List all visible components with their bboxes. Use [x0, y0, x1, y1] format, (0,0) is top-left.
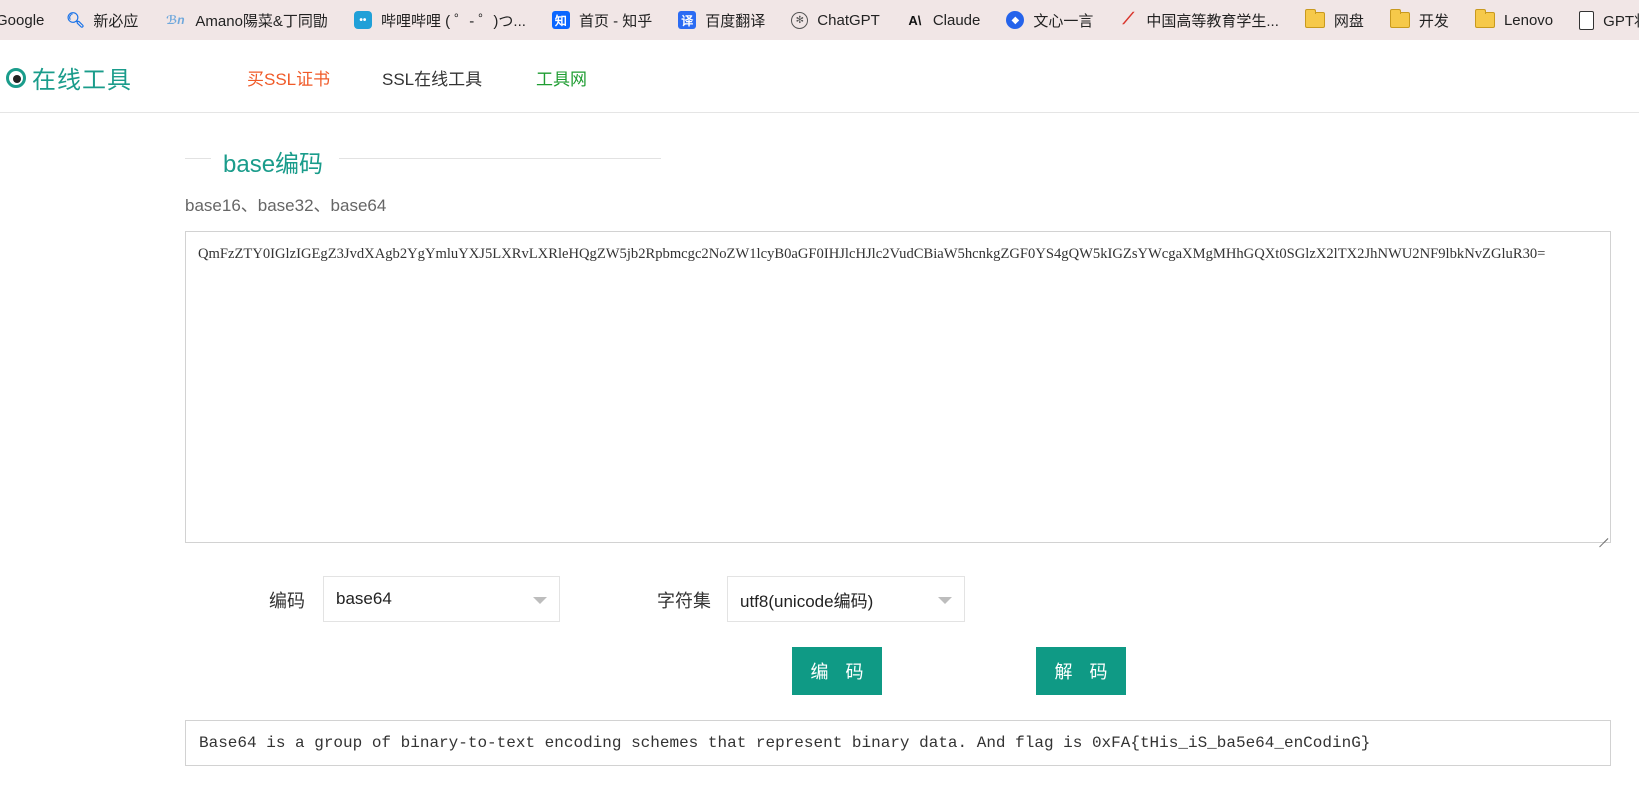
bookmark-chatgpt[interactable]: ✻ ChatGPT [791, 0, 880, 40]
input-textarea[interactable]: QmFzZTY0IGlzIGEgZ3JvdXAgb2YgYmluYXJ5LXRv… [185, 231, 1611, 543]
resize-handle-icon[interactable] [1598, 530, 1608, 540]
divider [339, 158, 661, 159]
amano-icon: ℬn [166, 13, 185, 27]
bookmark-label: 文心一言 [1033, 12, 1094, 30]
page-title: base编码 [223, 151, 324, 178]
output-text: Base64 is a group of binary-to-text enco… [199, 734, 1371, 752]
bookmark-label: Amano陽菜&丁同勖 [195, 12, 328, 30]
bookmark-label: 哔哩哔哩 ( ゜- ゜)つ... [380, 12, 526, 30]
bookmark-label: 新必应 [93, 12, 139, 30]
bookmark-claude[interactable]: A\ Claude [906, 0, 981, 40]
input-text: QmFzZTY0IGlzIGEgZ3JvdXAgb2YgYmluYXJ5LXRv… [198, 246, 1546, 262]
bookmark-folder-lenovo[interactable]: Lenovo [1474, 0, 1554, 40]
bookmark-label: 中国高等教育学生... [1146, 12, 1279, 30]
folder-icon [1304, 9, 1325, 28]
charset-label: 字符集 [657, 591, 711, 611]
bilibili-icon: •• [353, 11, 372, 29]
nav-buy-ssl[interactable]: 买SSL证书 [247, 65, 330, 90]
page-icon [1579, 10, 1595, 30]
bookmark-label: 网盘 [1333, 12, 1364, 30]
section-header: base编码 [185, 140, 661, 178]
output-field[interactable]: Base64 is a group of binary-to-text enco… [185, 720, 1611, 766]
folder-icon [1474, 9, 1495, 28]
bookmark-amano[interactable]: ℬn Amano陽菜&丁同勖 [164, 0, 328, 40]
bookmark-label: 百度翻译 [705, 12, 766, 30]
baidu-translate-icon: 译 [678, 11, 697, 29]
wenxin-icon: ◆ [1006, 11, 1025, 29]
bookmark-zhihu[interactable]: 知 首页 - 知乎 [551, 0, 653, 40]
zhihu-icon: 知 [551, 11, 570, 29]
charset-select-value: utf8(unicode编码) [740, 591, 874, 611]
encoding-select-value: base64 [336, 589, 392, 608]
bookmark-gpt-status[interactable]: GPT状态 [1579, 0, 1639, 40]
nav-ssl-tools[interactable]: SSL在线工具 [382, 65, 482, 90]
bookmark-label: 首页 - 知乎 [578, 12, 653, 30]
folder-icon [1389, 9, 1410, 28]
search-icon: 🔍︎ [65, 12, 85, 29]
claude-icon: A\ [908, 12, 922, 28]
bookmark-google[interactable]: Google [0, 0, 44, 40]
encoding-select[interactable]: base64 [323, 576, 560, 622]
chsi-icon: ⟋ [1122, 11, 1134, 28]
bookmark-bilibili[interactable]: •• 哔哩哔哩 ( ゜- ゜)つ... [353, 0, 526, 40]
divider [185, 158, 211, 159]
page-subtitle: base16、base32、base64 [185, 196, 387, 215]
decode-button[interactable]: 解 码 [1036, 647, 1126, 695]
bookmark-folder-kaifa[interactable]: 开发 [1389, 0, 1449, 40]
chevron-down-icon [938, 597, 952, 604]
bookmark-label: ChatGPT [817, 11, 880, 29]
chatgpt-icon: ✻ [791, 11, 809, 29]
logo-icon [6, 67, 26, 88]
bookmark-baidu-translate[interactable]: 译 百度翻译 [678, 0, 765, 40]
bookmarks-bar: Google 🔍︎ 新必应 ℬn Amano陽菜&丁同勖 •• 哔哩哔哩 ( ゜… [0, 0, 1639, 40]
bookmark-label: Google [0, 11, 45, 29]
nav-tool-net[interactable]: 工具网 [536, 65, 587, 90]
bookmark-label: Claude [932, 11, 981, 29]
site-logo[interactable]: 在线工具 [6, 60, 132, 95]
charset-select[interactable]: utf8(unicode编码) [727, 576, 965, 622]
chevron-down-icon [533, 597, 547, 604]
logo-text: 在线工具 [32, 67, 132, 94]
bookmark-bing[interactable]: 🔍︎ 新必应 [65, 0, 139, 40]
bookmark-folder-wangpan[interactable]: 网盘 [1304, 0, 1364, 40]
bookmark-label: Lenovo [1503, 11, 1554, 29]
bookmark-label: 开发 [1418, 12, 1449, 30]
encoding-label: 编码 [269, 591, 305, 611]
bookmark-chsi[interactable]: ⟋ 中国高等教育学生... [1119, 0, 1279, 40]
encode-button[interactable]: 编 码 [792, 647, 882, 695]
bookmark-wenxin[interactable]: ◆ 文心一言 [1006, 0, 1093, 40]
site-header: 在线工具 买SSL证书 SSL在线工具 工具网 [0, 40, 1639, 113]
bookmark-label: GPT状态 [1603, 12, 1639, 30]
